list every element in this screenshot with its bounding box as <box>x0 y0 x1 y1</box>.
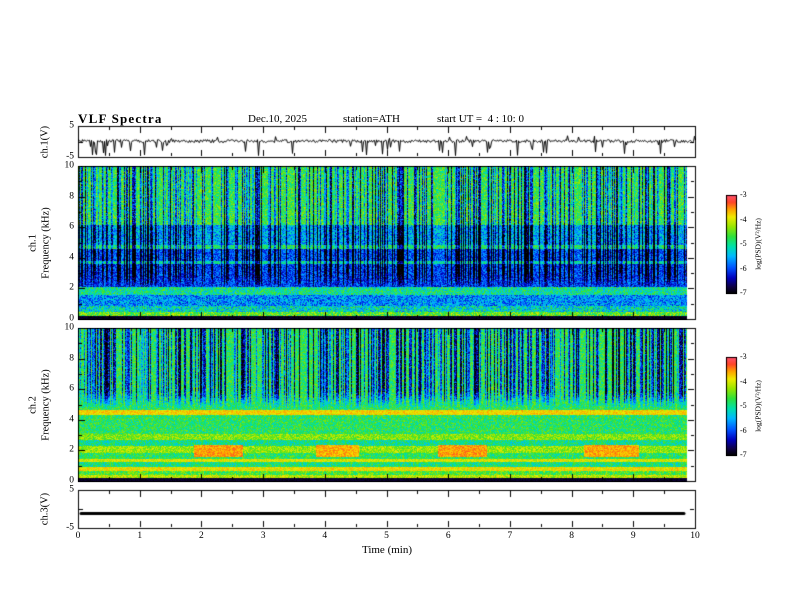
frequency-tick-label: 8 <box>69 190 74 201</box>
spec2-ylabel-frequency: Frequency (kHz) <box>40 369 51 441</box>
frequency-tick-label: 10 <box>64 160 75 171</box>
voltage-tick-label: 5 <box>69 120 74 131</box>
x-tick-label: 9 <box>630 531 636 541</box>
frequency-tick-label: 4 <box>69 414 74 425</box>
colorbar-tick-label: -4 <box>740 376 747 386</box>
spec2-ylabel: ch.2 Frequency (kHz) <box>27 369 52 440</box>
ch1-wave-ylabel: ch.1(V) <box>39 125 51 159</box>
spec1-ylabel: ch.1 Frequency (kHz) <box>27 207 52 278</box>
x-tick-label: 5 <box>384 531 389 541</box>
frequency-tick-label: 2 <box>69 444 74 455</box>
x-tick-label: 0 <box>75 531 81 541</box>
voltage-tick-label: -5 <box>66 151 74 162</box>
frequency-tick-label: 10 <box>64 322 75 333</box>
x-tick-label: 3 <box>260 531 266 541</box>
x-tick-label: 10 <box>690 531 700 541</box>
x-axis-label: Time (min) <box>361 544 413 556</box>
frequency-tick-label: 2 <box>69 282 74 293</box>
colorbar-tick-label: -6 <box>740 263 747 273</box>
spec1-ylabel-channel: ch.1 <box>27 234 39 252</box>
frequency-tick-label: 8 <box>69 352 74 363</box>
frequency-tick-label: 6 <box>69 383 74 394</box>
frequency-tick-label: 4 <box>69 252 74 263</box>
x-tick-label: 4 <box>322 531 328 541</box>
colorbar-tick-label: -7 <box>740 450 747 459</box>
spec2-ylabel-channel: ch.2 <box>27 396 39 414</box>
colorbar-tick-label: -3 <box>740 352 747 361</box>
ch3-ylabel: ch.3(V) <box>39 492 51 526</box>
colorbar-tick-label: -5 <box>740 401 747 410</box>
spec1-ylabel-frequency: Frequency (kHz) <box>40 207 51 279</box>
frequency-tick-label: 6 <box>69 221 74 232</box>
colorbar-tick-label: -4 <box>740 214 747 224</box>
x-tick-label: 6 <box>445 531 451 541</box>
axes-frame-overlay <box>0 0 792 612</box>
x-tick-label: 2 <box>199 531 204 541</box>
colorbar2-label: log(PSD)(V²/Hz) <box>753 380 763 432</box>
x-tick-label: 1 <box>137 531 143 541</box>
colorbar-tick-label: -6 <box>740 425 747 435</box>
colorbar1-label: log(PSD)(V²/Hz) <box>753 218 763 270</box>
colorbar-tick-label: -5 <box>740 239 747 248</box>
voltage-tick-label: 5 <box>69 484 74 495</box>
x-tick-label: 8 <box>569 531 574 541</box>
vlf-spectra-figure: VLF Spectra Dec.10, 2025 station=ATH sta… <box>0 0 792 612</box>
colorbar-tick-label: -3 <box>740 190 747 199</box>
colorbar-tick-label: -7 <box>740 288 747 297</box>
x-tick-label: 7 <box>507 531 513 541</box>
voltage-tick-label: -5 <box>66 522 74 533</box>
